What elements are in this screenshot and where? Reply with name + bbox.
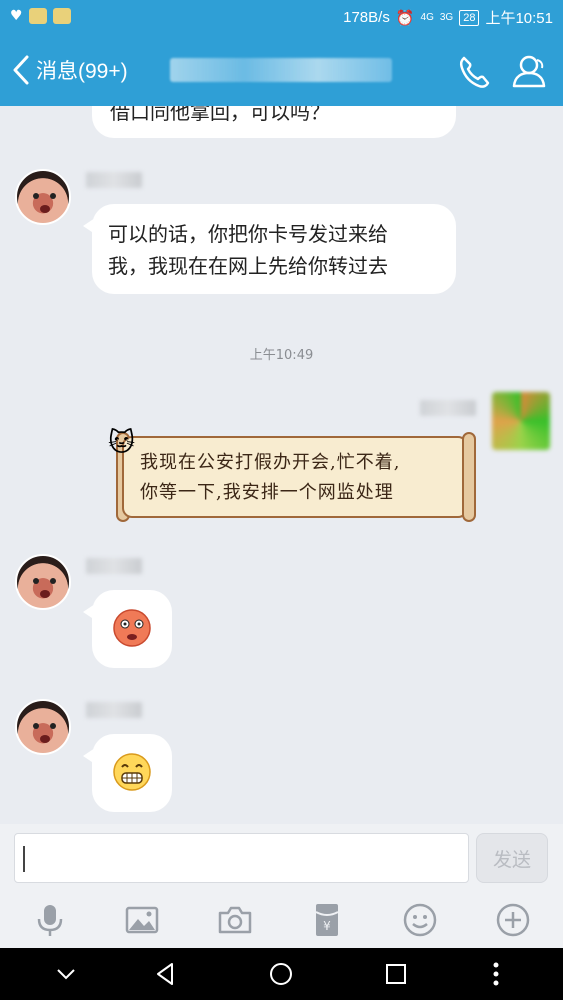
send-button[interactable]: 发送 [476, 833, 548, 883]
phone-icon [459, 56, 490, 88]
back-button[interactable]: 消息(99+) [10, 54, 128, 86]
input-bar: 发送 [0, 824, 563, 894]
more-tools-button[interactable] [493, 900, 533, 940]
nav-more-button[interactable] [480, 958, 512, 990]
image-button[interactable] [122, 900, 162, 940]
profile-icon [512, 55, 546, 88]
my-message-line: 你等一下,我安排一个网监处理 [140, 482, 394, 503]
red-packet-icon: ¥ [315, 904, 339, 936]
mail-icon [28, 8, 47, 24]
mail-icon [52, 8, 71, 24]
timestamp: 上午10:49 [249, 348, 314, 363]
message-text: 借口同他拿回，可以吗？ [110, 106, 330, 124]
my-message-bubble[interactable]: 🐱 我现在公安打假办开会,忙不着, 你等一下,我安排一个网监处理 [108, 428, 480, 524]
nav-home-button[interactable] [265, 958, 297, 990]
my-message-line: 我现在公安打假办开会,忙不着, [140, 452, 401, 473]
my-name-blurred [420, 400, 476, 416]
clock: 上午10:51 [485, 10, 553, 27]
avatar[interactable] [15, 169, 71, 225]
shocked-emoji-icon [113, 609, 151, 647]
recents-square-icon [386, 964, 406, 984]
avatar[interactable] [15, 699, 71, 755]
my-message-text: 我现在公安打假办开会,忙不着, 你等一下,我安排一个网监处理 [140, 448, 400, 508]
system-nav-bar [0, 948, 563, 1000]
avatar[interactable] [15, 554, 71, 610]
profile-button[interactable] [510, 52, 550, 92]
lucky-cat-icon: 🐱 [108, 428, 136, 458]
scroll-roll-right [462, 432, 476, 522]
nav-back-button[interactable] [150, 958, 182, 990]
call-button[interactable] [454, 52, 494, 92]
battery-icon: 28 [459, 9, 480, 26]
image-icon [125, 906, 159, 934]
message-bubble-partial[interactable]: 借口同他拿回，可以吗？ [92, 106, 456, 138]
chat-toolbar: ¥ [0, 894, 563, 948]
camera-button[interactable] [215, 900, 255, 940]
status-bar: ♥ 178B/s ⏰ 4G 3G 28 上午10:51 [0, 0, 563, 34]
notification-icons: ♥ [10, 8, 71, 24]
more-vertical-icon [493, 962, 499, 986]
emoji-button[interactable] [400, 900, 440, 940]
message-input[interactable] [14, 833, 469, 883]
text-cursor [23, 846, 25, 872]
health-icon: ♥ [10, 8, 23, 24]
chat-header: 消息(99+) [0, 34, 563, 106]
sender-name-blurred [86, 702, 142, 718]
svg-text:¥: ¥ [323, 919, 331, 933]
plus-icon [496, 903, 530, 937]
chat-area[interactable]: 借口同他拿回，可以吗？ 可以的话，你把你卡号发过来给 我，我现在在网上先给你转过… [0, 106, 563, 824]
nav-recents-button[interactable] [380, 958, 412, 990]
hide-nav-button[interactable] [50, 958, 82, 990]
contact-name-blurred [170, 58, 392, 82]
system-indicators: 178B/s ⏰ 4G 3G 28 上午10:51 [343, 7, 553, 28]
message-text: 可以的话，你把你卡号发过来给 我，我现在在网上先给你转过去 [108, 222, 388, 278]
red-packet-button[interactable]: ¥ [307, 900, 347, 940]
signal-4g: 4G [420, 11, 434, 23]
alarm-icon: ⏰ [395, 9, 415, 27]
sender-name-blurred [86, 558, 142, 574]
chevron-down-icon [57, 969, 75, 980]
my-avatar[interactable] [492, 392, 550, 450]
net-speed: 178B/s [343, 9, 390, 26]
emoji-bubble[interactable] [83, 734, 172, 812]
emoji-bubble[interactable] [83, 590, 172, 668]
home-circle-icon [270, 963, 292, 985]
microphone-icon [37, 905, 63, 936]
signal-3g: 3G [439, 11, 454, 23]
back-triangle-icon [157, 963, 173, 985]
back-label: 消息(99+) [36, 60, 128, 83]
grin-emoji-icon [113, 753, 151, 791]
chevron-left-icon [13, 55, 29, 85]
camera-icon [218, 906, 252, 934]
sender-name-blurred [86, 172, 142, 188]
emoji-icon [403, 903, 437, 937]
message-bubble[interactable]: 可以的话，你把你卡号发过来给 我，我现在在网上先给你转过去 [83, 204, 456, 294]
voice-button[interactable] [30, 900, 70, 940]
